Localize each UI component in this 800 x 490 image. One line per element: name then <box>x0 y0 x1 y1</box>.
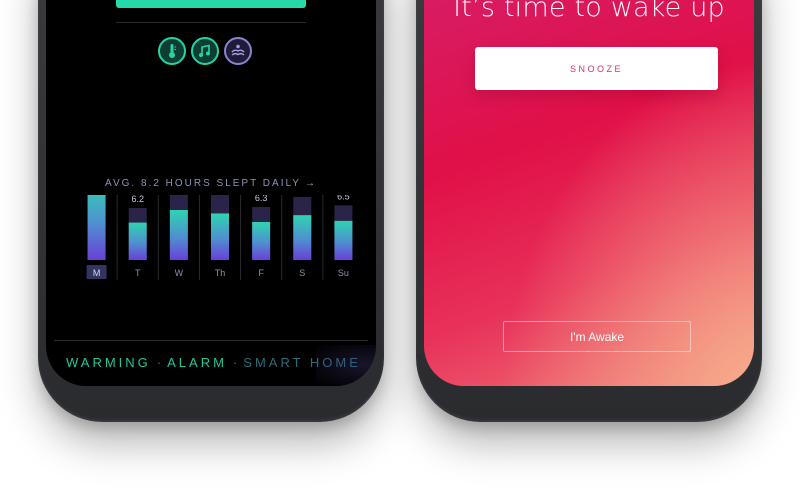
right-phone: It’s time to wake up SNOOZE I'm Awake <box>416 0 762 422</box>
bar[interactable] <box>211 213 229 260</box>
day-label[interactable]: T <box>135 268 141 278</box>
bottom-divider <box>54 340 368 341</box>
nav-separator: · <box>232 355 238 370</box>
sleep-stats-screen: AVG. 8.2 HOURS SLEPT DAILY→ 9.5M6.2T8.4W… <box>46 0 376 386</box>
day-label[interactable]: M <box>93 268 101 278</box>
bar-value-label: 6.2 <box>131 195 144 204</box>
chart-svg: 9.5M6.2T8.4W7.8Th6.3F7.5S6.5Su <box>86 195 353 280</box>
nav-item-alarm[interactable]: ALARM <box>167 355 227 370</box>
day-label[interactable]: S <box>299 268 305 278</box>
sleep-bar-chart: 9.5M6.2T8.4W7.8Th6.3F7.5S6.5Su <box>76 195 364 325</box>
bar[interactable] <box>293 215 312 260</box>
divider <box>116 22 306 23</box>
alarm-screen: It’s time to wake up SNOOZE I'm Awake <box>424 0 754 386</box>
left-phone: AVG. 8.2 HOURS SLEPT DAILY→ 9.5M6.2T8.4W… <box>38 0 384 422</box>
day-label[interactable]: W <box>175 268 184 278</box>
meditation-icon[interactable] <box>224 37 252 65</box>
day-label[interactable]: Su <box>338 268 349 278</box>
bar[interactable] <box>87 195 106 260</box>
feature-icon-row <box>158 37 252 65</box>
bar[interactable] <box>169 210 188 260</box>
music-note-icon[interactable] <box>191 37 219 65</box>
bar[interactable] <box>334 220 353 260</box>
day-label[interactable]: F <box>258 268 264 278</box>
alarm-title: It’s time to wake up <box>453 0 725 23</box>
thermometer-icon[interactable] <box>158 37 186 65</box>
day-label[interactable]: Th <box>215 268 226 278</box>
bar-value-label: 6.3 <box>255 195 268 203</box>
primary-action-button[interactable] <box>116 0 306 8</box>
bar[interactable] <box>252 222 271 260</box>
nav-separator: · <box>156 355 162 370</box>
nav-item-warming[interactable]: WARMING <box>66 355 151 370</box>
average-sleep-text: AVG. 8.2 HOURS SLEPT DAILY <box>105 178 301 189</box>
nav-fade-overlay <box>316 345 376 385</box>
arrow-right-icon: → <box>304 178 317 189</box>
bar[interactable] <box>128 222 147 260</box>
bar-value-label: 6.5 <box>337 195 350 201</box>
average-sleep-summary[interactable]: AVG. 8.2 HOURS SLEPT DAILY → <box>46 178 376 189</box>
im-awake-button[interactable]: I'm Awake <box>503 321 691 352</box>
snooze-button[interactable]: SNOOZE <box>475 47 718 90</box>
